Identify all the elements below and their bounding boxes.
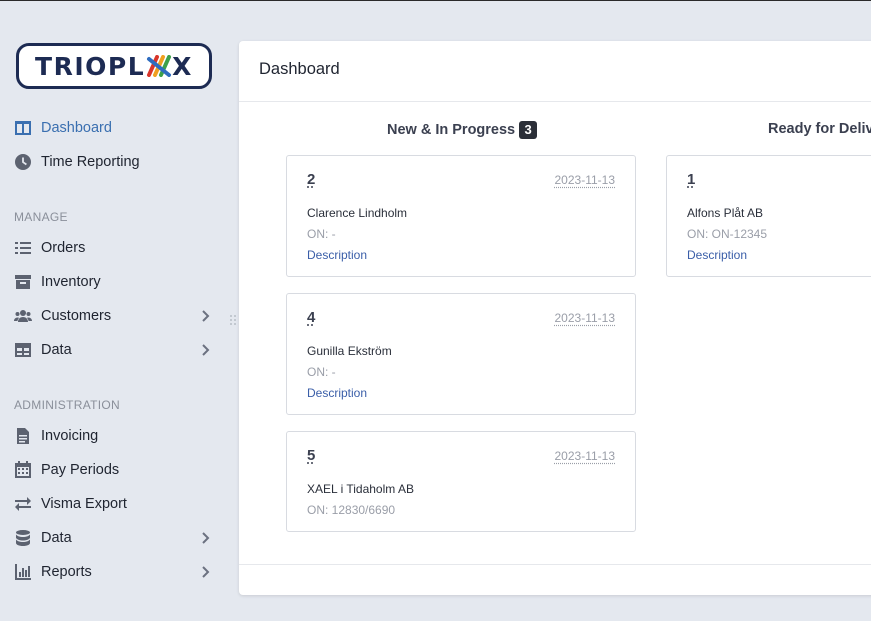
order-number[interactable]: 4 [307,309,315,326]
order-date: 2023-11-13 [555,449,616,463]
list-icon [14,239,32,257]
nav-visma-export-label: Visma Export [41,496,127,512]
file-text-icon [14,427,32,445]
order-card[interactable]: 5 2023-11-13 XAEL i Tidaholm AB ON: 1283… [286,431,636,532]
chevron-right-icon [200,342,210,358]
nav-customers[interactable]: Customers [14,304,214,328]
order-card[interactable]: 1 Alfons Plåt AB ON: ON-12345 Descriptio… [666,155,871,277]
order-on-number: ON: - [307,227,336,241]
trioplex-logo[interactable]: TRIOPL X [16,43,212,89]
archive-icon [14,273,32,291]
nav-data-admin[interactable]: Data [14,526,214,550]
order-description-link[interactable]: Description [687,248,747,262]
nav-data-manage[interactable]: Data [14,338,214,362]
order-number[interactable]: 5 [307,447,315,464]
logo-wordmark: TRIOPL X [35,52,193,81]
order-on-number: ON: ON-12345 [687,227,767,241]
main-panel: Dashboard New & In Progress 3 2 2023-11-… [239,41,871,595]
order-number[interactable]: 1 [687,171,695,188]
nav-time-reporting-label: Time Reporting [41,154,140,170]
nav-customers-label: Customers [41,308,111,324]
main-footer-divider [239,564,871,565]
database-icon [14,529,32,547]
nav-orders-label: Orders [41,240,85,256]
nav-pay-periods[interactable]: Pay Periods [14,458,214,482]
order-date: 2023-11-13 [555,311,616,325]
nav-inventory-label: Inventory [41,274,101,290]
users-icon [14,307,32,325]
chevron-right-icon [200,564,210,580]
order-date: 2023-11-13 [555,173,616,187]
chevron-right-icon [200,308,210,324]
table-icon [14,341,32,359]
section-label-administration: ADMINISTRATION [14,398,120,412]
clock-icon [14,153,32,171]
order-description-link[interactable]: Description [307,248,367,262]
nav-inventory[interactable]: Inventory [14,270,214,294]
sidebar: TRIOPL X Dashboard Time Reporting MANAGE … [0,1,226,621]
order-customer: Clarence Lindholm [307,206,407,220]
calendar-icon [14,461,32,479]
order-customer: XAEL i Tidaholm AB [307,482,414,496]
nav-reports[interactable]: Reports [14,560,214,584]
chevron-right-icon [200,530,210,546]
column-title-label: New & In Progress [387,122,515,138]
order-on-number: ON: 12830/6690 [307,503,395,517]
nav-invoicing[interactable]: Invoicing [14,424,214,448]
logo-x-mark-icon [146,55,172,77]
order-customer: Gunilla Ekström [307,344,392,358]
order-card[interactable]: 2 2023-11-13 Clarence Lindholm ON: - Des… [286,155,636,277]
columns-icon [14,119,32,137]
column-count-badge: 3 [519,121,537,139]
order-customer: Alfons Plåt AB [687,206,763,220]
nav-invoicing-label: Invoicing [41,428,98,444]
order-description-link[interactable]: Description [307,386,367,400]
nav-visma-export[interactable]: Visma Export [14,492,214,516]
nav-dashboard[interactable]: Dashboard [14,116,214,140]
nav-time-reporting[interactable]: Time Reporting [14,150,214,174]
page-title: Dashboard [259,60,340,79]
nav-pay-periods-label: Pay Periods [41,462,119,478]
bar-chart-icon [14,563,32,581]
order-number[interactable]: 2 [307,171,315,188]
column-title-new-in-progress: New & In Progress 3 [387,121,537,139]
nav-reports-label: Reports [41,564,92,580]
nav-dashboard-label: Dashboard [41,120,112,136]
main-header: Dashboard [239,41,871,102]
order-on-number: ON: - [307,365,336,379]
order-card[interactable]: 4 2023-11-13 Gunilla Ekström ON: - Descr… [286,293,636,415]
column-title-ready-for-delivery: Ready for Deliv [768,121,871,137]
column-title-label: Ready for Deliv [768,121,871,137]
exchange-icon [14,495,32,513]
nav-orders[interactable]: Orders [14,236,214,260]
section-label-manage: MANAGE [14,210,68,224]
nav-data-manage-label: Data [41,342,72,358]
sidebar-resize-handle-icon[interactable] [229,313,237,325]
nav-data-admin-label: Data [41,530,72,546]
